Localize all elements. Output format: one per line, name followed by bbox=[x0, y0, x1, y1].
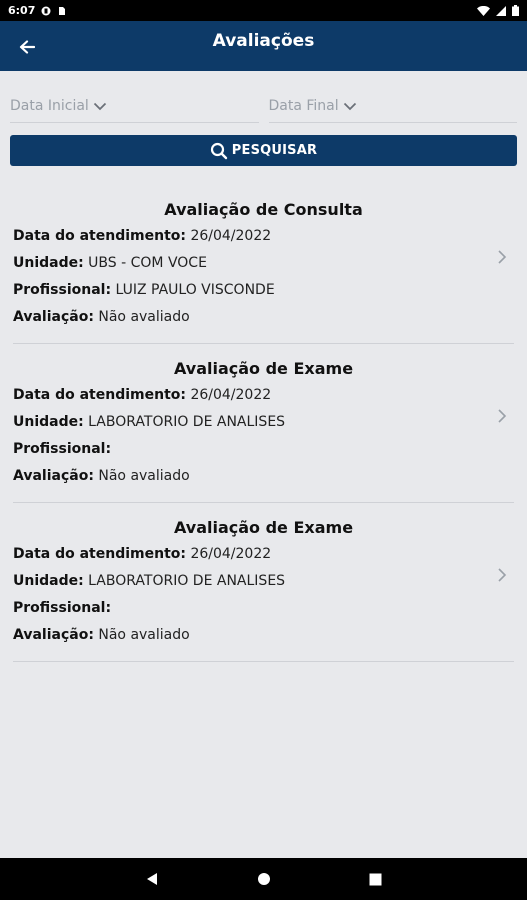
arrow-left-icon bbox=[19, 40, 35, 54]
list-item[interactable]: Avaliação de Consulta Data do atendiment… bbox=[13, 197, 514, 344]
unit-value: LABORATORIO DE ANALISES bbox=[88, 414, 286, 430]
item-title: Avaliação de Exame bbox=[173, 518, 354, 537]
square-recents-icon bbox=[369, 873, 382, 885]
end-date-label: Data Final bbox=[268, 97, 339, 114]
item-title: Avaliação de Exame bbox=[173, 359, 354, 378]
battery-icon bbox=[512, 5, 519, 16]
evaluation-row: Avaliação: Não avaliado bbox=[13, 304, 514, 331]
unit-row: Unidade: UBS - COM VOCE bbox=[13, 250, 514, 277]
nav-home-button[interactable] bbox=[208, 872, 320, 886]
status-time: 6:07 bbox=[8, 4, 36, 17]
date-label: Data do atendimento: bbox=[13, 387, 186, 403]
chevron-right-icon bbox=[498, 250, 507, 264]
evaluation-value: Não avaliado bbox=[98, 627, 190, 643]
unit-row: Unidade: LABORATORIO DE ANALISES bbox=[13, 409, 514, 436]
circle-home-icon bbox=[257, 873, 270, 885]
search-button[interactable]: PESQUISAR bbox=[10, 135, 517, 166]
unit-row: Unidade: LABORATORIO DE ANALISES bbox=[13, 568, 514, 595]
evaluation-value: Não avaliado bbox=[98, 309, 190, 325]
evaluations-list: Avaliação de Consulta Data do atendiment… bbox=[0, 197, 527, 662]
date-row: Data do atendimento: 26/04/2022 bbox=[13, 541, 514, 568]
sim-icon bbox=[59, 6, 66, 15]
evaluation-label: Avaliação: bbox=[13, 468, 94, 484]
date-row: Data do atendimento: 26/04/2022 bbox=[13, 223, 514, 250]
date-filters: Data Inicial Data Final bbox=[0, 89, 527, 123]
professional-row: Profissional: LUIZ PAULO VISCONDE bbox=[13, 277, 514, 304]
start-date-label: Data Inicial bbox=[10, 97, 89, 114]
app-bar: Avaliações bbox=[0, 21, 527, 71]
wifi-icon bbox=[477, 5, 490, 16]
unit-value: LABORATORIO DE ANALISES bbox=[88, 573, 286, 589]
professional-label: Profissional: bbox=[13, 282, 112, 298]
chevron-down-icon bbox=[343, 102, 356, 111]
unit-label: Unidade: bbox=[13, 573, 84, 589]
professional-label: Profissional: bbox=[13, 600, 112, 616]
evaluation-label: Avaliação: bbox=[13, 309, 94, 325]
evaluation-row: Avaliação: Não avaliado bbox=[13, 463, 514, 490]
date-value: 26/04/2022 bbox=[190, 387, 272, 403]
date-value: 26/04/2022 bbox=[190, 546, 272, 562]
date-label: Data do atendimento: bbox=[13, 228, 186, 244]
date-row: Data do atendimento: 26/04/2022 bbox=[13, 382, 514, 409]
unit-label: Unidade: bbox=[13, 414, 84, 430]
item-title: Avaliação de Consulta bbox=[164, 200, 363, 219]
signal-icon bbox=[496, 5, 506, 16]
list-item[interactable]: Avaliação de Exame Data do atendimento: … bbox=[13, 515, 514, 662]
notification-icon bbox=[41, 6, 51, 15]
nav-recents-button[interactable] bbox=[320, 873, 432, 886]
professional-row: Profissional: bbox=[13, 436, 514, 463]
professional-row: Profissional: bbox=[13, 595, 514, 622]
end-date-select[interactable]: Data Final bbox=[268, 89, 517, 123]
search-button-label: PESQUISAR bbox=[231, 143, 318, 158]
chevron-right-icon bbox=[498, 409, 507, 423]
triangle-back-icon bbox=[146, 873, 157, 885]
search-icon bbox=[210, 142, 227, 159]
nav-back-button[interactable] bbox=[96, 872, 208, 886]
professional-label: Profissional: bbox=[13, 441, 112, 457]
evaluation-row: Avaliação: Não avaliado bbox=[13, 622, 514, 649]
unit-value: UBS - COM VOCE bbox=[88, 255, 207, 271]
evaluation-label: Avaliação: bbox=[13, 627, 94, 643]
date-value: 26/04/2022 bbox=[190, 228, 272, 244]
page-title: Avaliações bbox=[212, 31, 315, 51]
system-nav-bar bbox=[0, 858, 527, 900]
unit-label: Unidade: bbox=[13, 255, 84, 271]
evaluation-value: Não avaliado bbox=[98, 468, 190, 484]
list-item[interactable]: Avaliação de Exame Data do atendimento: … bbox=[13, 356, 514, 503]
date-label: Data do atendimento: bbox=[13, 546, 186, 562]
professional-value: LUIZ PAULO VISCONDE bbox=[115, 282, 275, 298]
chevron-down-icon bbox=[93, 102, 106, 111]
start-date-select[interactable]: Data Inicial bbox=[10, 89, 259, 123]
back-button[interactable] bbox=[14, 34, 40, 60]
chevron-right-icon bbox=[498, 568, 507, 582]
status-bar: 6:07 bbox=[0, 0, 527, 21]
